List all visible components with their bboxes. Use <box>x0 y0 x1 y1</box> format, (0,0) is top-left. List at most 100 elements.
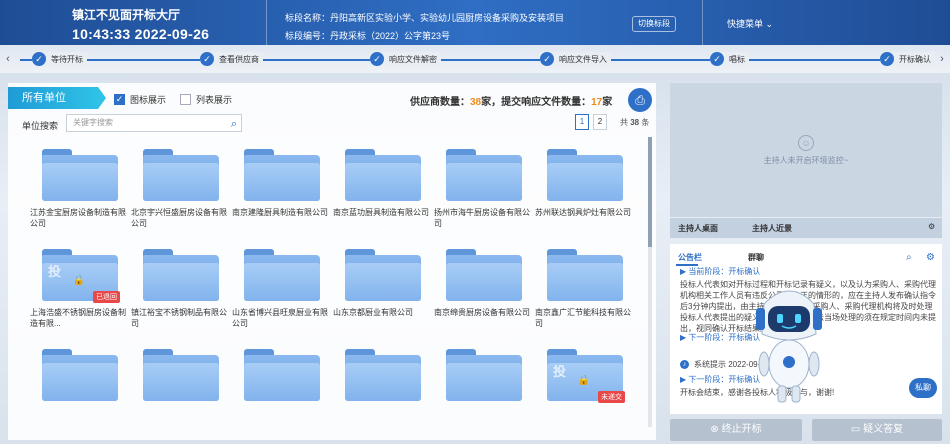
page-2-button[interactable]: 2 <box>593 114 607 130</box>
search-icon[interactable]: ⌕ <box>231 116 237 132</box>
supplier-name: 苏州联达钢具炉灶有限公司 <box>535 208 631 217</box>
folder-icon <box>143 249 219 301</box>
tab-notice[interactable]: 公告栏 <box>678 252 702 263</box>
assistant-robot[interactable] <box>750 282 828 412</box>
scrollbar-thumb[interactable] <box>648 137 652 247</box>
print-icon[interactable]: ⎙ <box>628 88 652 112</box>
host-view-tabs: 主持人桌面 主持人近景 ⚙ <box>670 218 942 238</box>
step-confirm: ✓ 开标确认 <box>880 52 935 66</box>
supplier-folder[interactable]: 南京绵贵厨房设备有限公司 <box>434 241 530 339</box>
chevron-left-icon[interactable]: ‹ <box>2 45 14 73</box>
search-input[interactable]: 关键字搜索 ⌕ <box>66 114 242 132</box>
supplier-name: 南京鑫广汇节能科技有限公司 <box>535 308 631 328</box>
supplier-count-summary: 供应商数量：38家，提交响应文件数量：17家 <box>410 93 612 108</box>
quick-menu[interactable]: 快捷菜单 ⌄ <box>727 17 773 30</box>
icon-view-label: 图标展示 <box>130 95 167 105</box>
lock-icon: 🔒 <box>577 375 591 386</box>
supplier-folder[interactable]: 扬州市海牛厨房设备有限公司 <box>434 141 530 239</box>
folder-icon <box>143 349 219 401</box>
folder-icon <box>244 349 320 401</box>
supplier-folder[interactable] <box>30 341 120 439</box>
folder-icon <box>547 149 623 201</box>
supplier-folder[interactable]: 南京建隆厨具制造有限公司 <box>232 141 328 239</box>
tab-group-chat[interactable]: 群聊 <box>748 252 764 263</box>
step-label: 响应文件导入 <box>559 54 607 64</box>
supplier-name: 南京蓝功厨具制造有限公司 <box>333 208 429 217</box>
step-decrypt: ✓ 响应文件解密 <box>370 52 441 66</box>
status-badge: 已退回 <box>93 291 120 303</box>
folder-icon <box>345 149 421 201</box>
tab-host-closeup[interactable]: 主持人近景 <box>752 223 792 234</box>
chevron-right-icon[interactable]: › <box>936 45 948 73</box>
doubt-reply-button[interactable]: ▭ 疑义答复 <box>812 419 942 441</box>
count-mid: 家，提交响应文件数量： <box>481 97 592 108</box>
switch-section-button[interactable]: 切换标段 <box>632 16 676 32</box>
supplier-grid: 江苏金宝厨房设备制造有限公司 北京宇兴恒盛厨房设备有限公司 南京建隆厨具制造有限公司… <box>30 141 645 440</box>
check-icon: ✓ <box>200 52 214 66</box>
total-suffix: 条 <box>641 118 650 127</box>
step-waiting: ✓ 等待开标 <box>32 52 87 66</box>
step-label: 等待开标 <box>51 54 83 64</box>
check-icon: ✓ <box>370 52 384 66</box>
check-icon: ✓ <box>710 52 724 66</box>
supplier-folder[interactable] <box>232 341 322 439</box>
supplier-folder[interactable] <box>333 341 423 439</box>
checkbox-icon <box>180 94 191 105</box>
check-icon: ✓ <box>32 52 46 66</box>
section-no: 标段编号：丹政采标（2022）公字第23号 <box>285 29 450 42</box>
section-name-label: 标段名称： <box>285 13 331 23</box>
supplier-name: 镇江裕宝不锈钢制品有限公司 <box>131 308 227 328</box>
bid-mark: 投 <box>553 364 567 379</box>
list-view-toggle[interactable]: 列表展示 <box>180 93 232 106</box>
gear-icon[interactable]: ⚙ <box>926 252 935 263</box>
page-1-button[interactable]: 1 <box>575 114 589 130</box>
total-prefix: 共 <box>620 118 628 127</box>
supplier-folder[interactable] <box>434 341 524 439</box>
step-label: 查看供应商 <box>219 54 259 64</box>
current-phase-text: 当前阶段：开标确认 <box>688 267 761 276</box>
total-value: 38 <box>630 118 640 127</box>
supplier-folder[interactable]: 江苏金宝厨房设备制造有限公司 <box>30 141 126 239</box>
search-icon[interactable]: ⌕ <box>906 252 912 263</box>
supplier-name: 山东京都厨业有限公司 <box>333 308 413 317</box>
progress-steps: ‹ ✓ 等待开标 ✓ 查看供应商 ✓ 响应文件解密 ✓ 响应文件导入 ✓ 唱标 ✓ 开标确认… <box>0 45 950 73</box>
header: 镇江不见面开标大厅 10:43:33 2022-09-26 标段名称：丹阳高新区… <box>0 0 950 45</box>
header-divider <box>702 0 703 45</box>
supplier-folder[interactable]: 投 🔒 已退回 上海浩盛不锈钢厨房设备制造有限... <box>30 241 126 339</box>
supplier-folder[interactable]: 山东京都厨业有限公司 <box>333 241 423 339</box>
private-chat-button[interactable]: 私聊 <box>909 378 937 398</box>
supplier-folder[interactable]: 南京鑫广汇节能科技有限公司 <box>535 241 631 339</box>
step-label: 响应文件解密 <box>389 54 437 64</box>
end-bidding-button[interactable]: ⊗ 终止开标 <box>670 419 802 441</box>
folder-icon <box>42 149 118 201</box>
supplier-folder[interactable]: 投 🔒 未递交 <box>535 341 625 439</box>
supplier-name: 南京绵贵厨房设备有限公司 <box>434 308 530 317</box>
tab-host-desktop[interactable]: 主持人桌面 <box>678 223 718 234</box>
supplier-folder[interactable]: 北京宇兴恒盛厨房设备有限公司 <box>131 141 227 239</box>
supplier-folder[interactable]: 山东省博兴县旺泉厨业有限公司 <box>232 241 328 339</box>
folder-icon <box>446 149 522 201</box>
folder-icon: 投 🔒 未递交 <box>547 349 625 403</box>
supplier-folder[interactable]: 镇江裕宝不锈钢制品有限公司 <box>131 241 227 339</box>
supplier-folder[interactable]: 苏州联达钢具炉灶有限公司 <box>535 141 631 239</box>
supplier-folder[interactable] <box>131 341 221 439</box>
folder-icon <box>244 149 320 201</box>
section-no-value: 丹政采标（2022）公字第23号 <box>330 31 451 41</box>
unit-filter-tag[interactable]: 所有单位 <box>8 87 106 109</box>
supplier-panel: 所有单位 ✓ 图标展示 列表展示 供应商数量：38家，提交响应文件数量：17家 ⎙… <box>8 83 656 440</box>
folder-icon <box>244 249 320 301</box>
icon-view-toggle[interactable]: ✓ 图标展示 <box>114 93 166 106</box>
message-icon: ▭ <box>850 424 861 435</box>
count-suffix: 家 <box>602 97 613 108</box>
scrollbar[interactable] <box>648 137 652 427</box>
supplier-name: 扬州市海牛厨房设备有限公司 <box>434 208 530 228</box>
list-view-label: 列表展示 <box>196 95 233 105</box>
search-placeholder: 关键字搜索 <box>73 118 113 127</box>
supplier-name: 江苏金宝厨房设备制造有限公司 <box>30 208 126 228</box>
supplier-folder[interactable]: 南京蓝功厨具制造有限公司 <box>333 141 429 239</box>
status-badge: 未递交 <box>598 391 625 403</box>
progress-line <box>20 59 930 61</box>
section-no-label: 标段编号： <box>285 31 331 41</box>
step-import: ✓ 响应文件导入 <box>540 52 611 66</box>
gear-icon[interactable]: ⚙ <box>928 222 935 231</box>
